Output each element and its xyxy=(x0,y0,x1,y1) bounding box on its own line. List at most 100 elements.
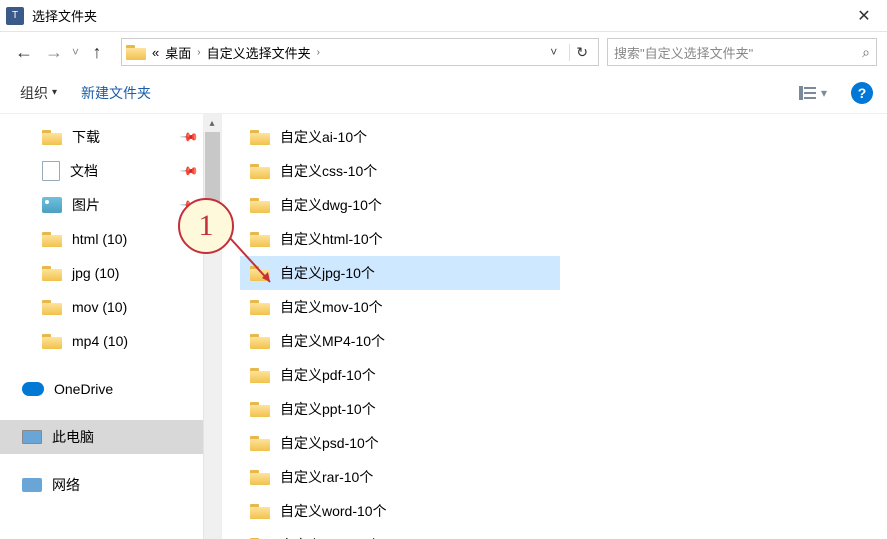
folder-item[interactable]: 自定义ppt-10个 xyxy=(240,392,560,426)
folder-item[interactable]: 自定义MP4-10个 xyxy=(240,324,560,358)
folder-item[interactable]: 自定义xlsx-10个 xyxy=(240,528,560,539)
close-icon: ✕ xyxy=(857,6,870,26)
scrollbar-track[interactable] xyxy=(203,114,221,539)
folder-icon xyxy=(126,44,146,60)
sidebar-item-label: OneDrive xyxy=(54,381,113,397)
folder-icon xyxy=(250,163,270,179)
close-button[interactable]: ✕ xyxy=(841,0,887,32)
sidebar-item-label: mov (10) xyxy=(72,299,127,315)
address-bar[interactable]: « 桌面 › 自定义选择文件夹 › ˅ ↻ xyxy=(121,38,599,66)
sidebar-item-label: 此电脑 xyxy=(52,427,94,447)
recent-dropdown[interactable]: ˅ xyxy=(70,45,81,59)
address-dropdown[interactable]: ˅ xyxy=(544,45,563,59)
refresh-button[interactable]: ↻ xyxy=(569,44,594,61)
view-button[interactable]: ▾ xyxy=(799,86,827,100)
sidebar-item-folder[interactable]: mp4 (10) xyxy=(0,324,221,358)
folder-item[interactable]: 自定义ai-10个 xyxy=(240,120,560,154)
folder-icon xyxy=(250,435,270,451)
forward-button[interactable]: → xyxy=(40,38,68,66)
folder-label: 自定义mov-10个 xyxy=(280,297,383,317)
search-icon[interactable]: ⌕ xyxy=(862,44,870,61)
search-placeholder: 搜索"自定义选择文件夹" xyxy=(614,43,862,62)
folder-icon xyxy=(250,299,270,315)
up-button[interactable]: ↑ xyxy=(83,38,111,66)
sidebar-item-network[interactable]: 网络 xyxy=(0,468,221,502)
titlebar: T 选择文件夹 ✕ xyxy=(0,0,887,32)
callout-annotation: 1 xyxy=(178,198,234,254)
breadcrumb-part[interactable]: 桌面 xyxy=(165,43,191,62)
folder-label: 自定义html-10个 xyxy=(280,229,383,249)
folder-item[interactable]: 自定义html-10个 xyxy=(240,222,560,256)
sidebar-item-documents[interactable]: 文档 📌 xyxy=(0,154,221,188)
back-button[interactable]: ← xyxy=(10,38,38,66)
window-title: 选择文件夹 xyxy=(32,6,97,25)
folder-label: 自定义word-10个 xyxy=(280,501,387,521)
folder-icon xyxy=(42,231,62,247)
sidebar-item-label: 文档 xyxy=(70,161,98,181)
sidebar-item-this-pc[interactable]: 此电脑 xyxy=(0,420,221,454)
folder-label: 自定义rar-10个 xyxy=(280,467,373,487)
folder-label: 自定义xlsx-10个 xyxy=(280,535,380,539)
folder-label: 自定义pdf-10个 xyxy=(280,365,376,385)
list-view-icon xyxy=(799,86,817,100)
folder-icon xyxy=(42,299,62,315)
toolbar: 组织▾ 新建文件夹 ▾ ? xyxy=(0,72,887,114)
folder-item[interactable]: 自定义psd-10个 xyxy=(240,426,560,460)
sidebar-item-folder[interactable]: jpg (10) xyxy=(0,256,221,290)
pictures-icon xyxy=(42,197,62,213)
sidebar-item-onedrive[interactable]: OneDrive xyxy=(0,372,221,406)
folder-icon xyxy=(250,469,270,485)
folder-item[interactable]: 自定义dwg-10个 xyxy=(240,188,560,222)
folder-label: 自定义ppt-10个 xyxy=(280,399,376,419)
folder-item[interactable]: 自定义jpg-10个 xyxy=(240,256,560,290)
sidebar-item-label: mp4 (10) xyxy=(72,333,128,349)
folder-item[interactable]: 自定义word-10个 xyxy=(240,494,560,528)
pin-icon: 📌 xyxy=(179,127,199,147)
folder-label: 自定义jpg-10个 xyxy=(280,263,375,283)
folder-label: 自定义MP4-10个 xyxy=(280,331,385,351)
folder-icon xyxy=(250,401,270,417)
network-icon xyxy=(22,478,42,492)
folder-item[interactable]: 自定义rar-10个 xyxy=(240,460,560,494)
callout-arrow xyxy=(226,234,276,290)
folder-icon xyxy=(250,129,270,145)
main: ▴ 下载 📌 文档 📌 图片 📌 html (10) jpg (10) mov … xyxy=(0,114,887,539)
folder-label: 自定义dwg-10个 xyxy=(280,195,382,215)
callout-number: 1 xyxy=(199,209,214,243)
scroll-up-arrow[interactable]: ▴ xyxy=(203,114,221,132)
sidebar-item-label: 下载 xyxy=(72,127,100,147)
folder-icon xyxy=(250,503,270,519)
folder-label: 自定义psd-10个 xyxy=(280,433,379,453)
new-folder-button[interactable]: 新建文件夹 xyxy=(81,83,151,103)
folder-icon xyxy=(250,367,270,383)
app-icon: T xyxy=(6,7,24,25)
pin-icon: 📌 xyxy=(179,161,199,181)
folder-icon xyxy=(42,265,62,281)
sidebar-item-label: 网络 xyxy=(52,475,80,495)
pc-icon xyxy=(22,430,42,444)
navbar: ← → ˅ ↑ « 桌面 › 自定义选择文件夹 › ˅ ↻ 搜索"自定义选择文件… xyxy=(0,32,887,72)
back-icon: ← xyxy=(15,42,33,63)
chevron-down-icon: ▾ xyxy=(52,87,57,98)
help-icon: ? xyxy=(858,85,867,101)
sidebar-item-label: html (10) xyxy=(72,231,127,247)
chevron-down-icon: ▾ xyxy=(821,86,827,100)
folder-icon xyxy=(250,333,270,349)
folder-label: 自定义ai-10个 xyxy=(280,127,367,147)
content-pane: 自定义ai-10个自定义css-10个自定义dwg-10个自定义html-10个… xyxy=(222,114,887,539)
breadcrumb-part[interactable]: 自定义选择文件夹 xyxy=(207,43,311,62)
chevron-right-icon[interactable]: › xyxy=(317,47,320,58)
sidebar-item-downloads[interactable]: 下载 📌 xyxy=(0,120,221,154)
document-icon xyxy=(42,161,60,181)
chevron-right-icon[interactable]: › xyxy=(197,47,200,58)
sidebar-item-folder[interactable]: mov (10) xyxy=(0,290,221,324)
folder-item[interactable]: 自定义pdf-10个 xyxy=(240,358,560,392)
folder-item[interactable]: 自定义mov-10个 xyxy=(240,290,560,324)
folder-icon xyxy=(250,197,270,213)
folder-item[interactable]: 自定义css-10个 xyxy=(240,154,560,188)
sidebar-item-label: 图片 xyxy=(72,195,100,215)
search-input[interactable]: 搜索"自定义选择文件夹" ⌕ xyxy=(607,38,877,66)
onedrive-icon xyxy=(22,382,44,396)
organize-button[interactable]: 组织▾ xyxy=(20,83,57,103)
help-button[interactable]: ? xyxy=(851,82,873,104)
